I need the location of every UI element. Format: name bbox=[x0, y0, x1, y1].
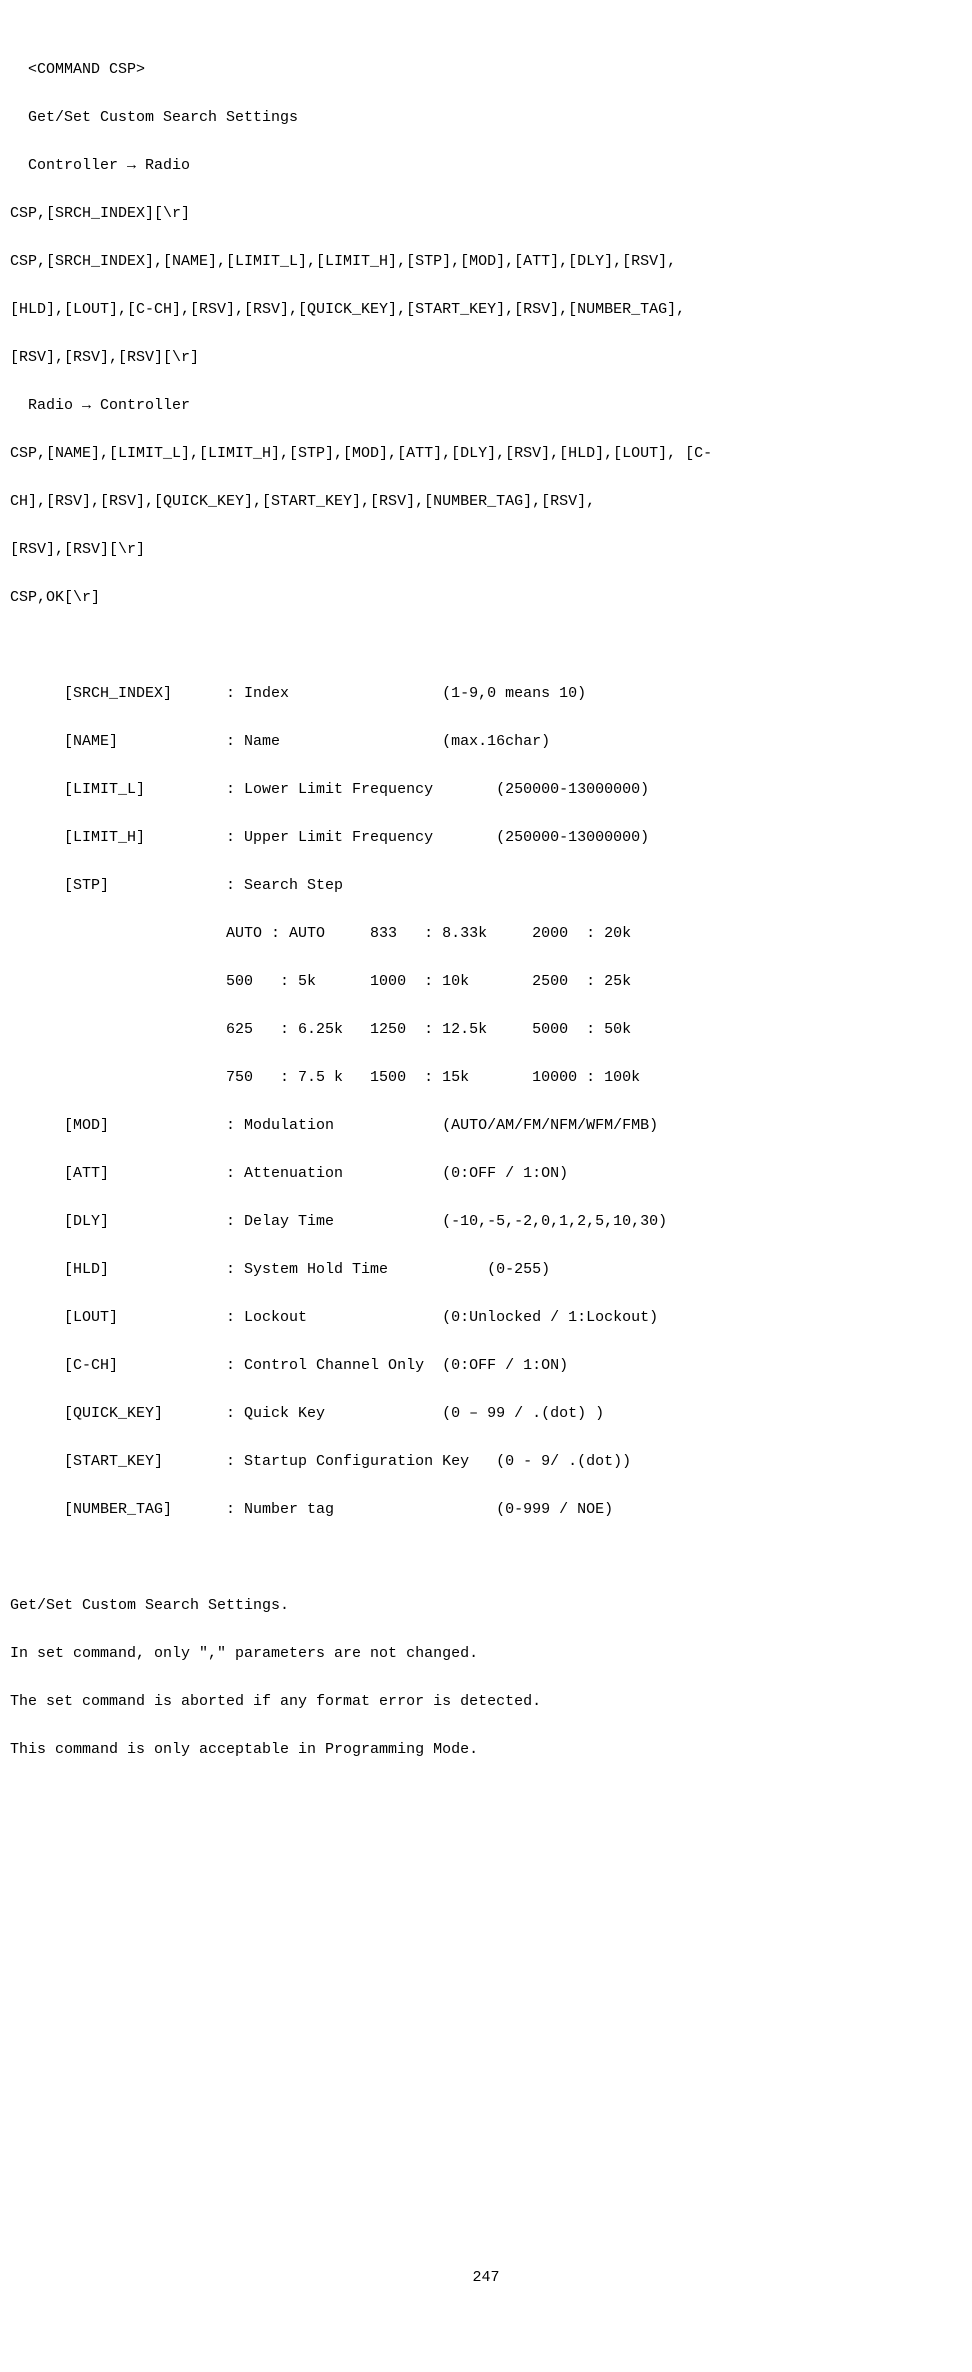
syntax-line: CSP,[NAME],[LIMIT_L],[LIMIT_H],[STP],[MO… bbox=[10, 442, 962, 466]
syntax-line: CSP,OK[\r] bbox=[10, 586, 962, 610]
param-number-tag: [NUMBER_TAG] : Number tag (0-999 / NOE) bbox=[10, 1498, 962, 1522]
param-dly: [DLY] : Delay Time (-10,-5,-2,0,1,2,5,10… bbox=[10, 1210, 962, 1234]
param-quick-key: [QUICK_KEY] : Quick Key (0 – 99 / .(dot)… bbox=[10, 1402, 962, 1426]
param-att: [ATT] : Attenuation (0:OFF / 1:ON) bbox=[10, 1162, 962, 1186]
direction-radio-controller: Radio → Controller bbox=[10, 394, 962, 418]
blank-line bbox=[10, 634, 962, 658]
param-hld: [HLD] : System Hold Time (0-255) bbox=[10, 1258, 962, 1282]
note-line: In set command, only "," parameters are … bbox=[10, 1642, 962, 1666]
command-header: <COMMAND CSP> bbox=[10, 58, 962, 82]
param-srch-index: [SRCH_INDEX] : Index (1-9,0 means 10) bbox=[10, 682, 962, 706]
param-mod: [MOD] : Modulation (AUTO/AM/FM/NFM/WFM/F… bbox=[10, 1114, 962, 1138]
syntax-line: CSP,[SRCH_INDEX][\r] bbox=[10, 202, 962, 226]
page-number: 247 bbox=[10, 2266, 962, 2290]
param-stp: [STP] : Search Step bbox=[10, 874, 962, 898]
blank-line bbox=[10, 1546, 962, 1570]
syntax-line: [RSV],[RSV],[RSV][\r] bbox=[10, 346, 962, 370]
param-limit-l: [LIMIT_L] : Lower Limit Frequency (25000… bbox=[10, 778, 962, 802]
command-title: Get/Set Custom Search Settings bbox=[10, 106, 962, 130]
note-line: Get/Set Custom Search Settings. bbox=[10, 1594, 962, 1618]
param-lout: [LOUT] : Lockout (0:Unlocked / 1:Lockout… bbox=[10, 1306, 962, 1330]
direction-controller-radio: Controller → Radio bbox=[10, 154, 962, 178]
syntax-line: [HLD],[LOUT],[C-CH],[RSV],[RSV],[QUICK_K… bbox=[10, 298, 962, 322]
syntax-line: CSP,[SRCH_INDEX],[NAME],[LIMIT_L],[LIMIT… bbox=[10, 250, 962, 274]
param-limit-h: [LIMIT_H] : Upper Limit Frequency (25000… bbox=[10, 826, 962, 850]
param-c-ch: [C-CH] : Control Channel Only (0:OFF / 1… bbox=[10, 1354, 962, 1378]
note-line: This command is only acceptable in Progr… bbox=[10, 1738, 962, 1762]
param-stp-values: 500 : 5k 1000 : 10k 2500 : 25k bbox=[10, 970, 962, 994]
syntax-line: CH],[RSV],[RSV],[QUICK_KEY],[START_KEY],… bbox=[10, 490, 962, 514]
param-name: [NAME] : Name (max.16char) bbox=[10, 730, 962, 754]
param-stp-values: 750 : 7.5 k 1500 : 15k 10000 : 100k bbox=[10, 1066, 962, 1090]
param-stp-values: 625 : 6.25k 1250 : 12.5k 5000 : 50k bbox=[10, 1018, 962, 1042]
param-start-key: [START_KEY] : Startup Configuration Key … bbox=[10, 1450, 962, 1474]
syntax-line: [RSV],[RSV][\r] bbox=[10, 538, 962, 562]
param-stp-values: AUTO : AUTO 833 : 8.33k 2000 : 20k bbox=[10, 922, 962, 946]
note-line: The set command is aborted if any format… bbox=[10, 1690, 962, 1714]
